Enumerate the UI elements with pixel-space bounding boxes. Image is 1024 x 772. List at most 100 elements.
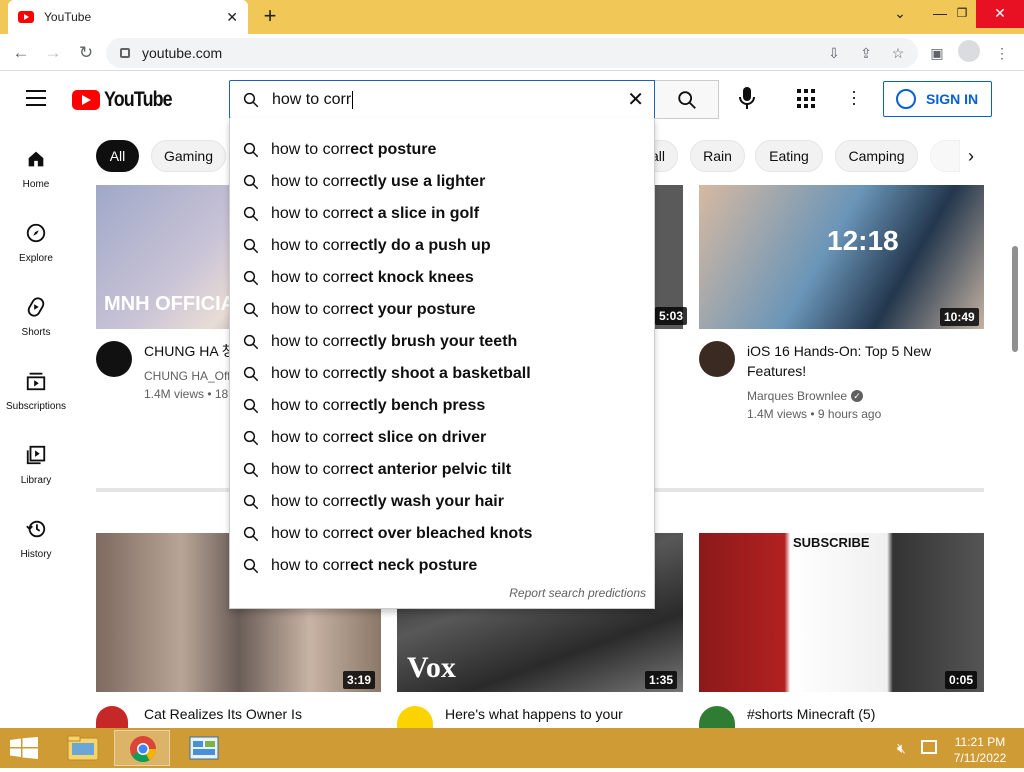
sidebar-item-subscriptions[interactable]: Subscriptions — [0, 370, 72, 412]
channel-avatar[interactable] — [397, 706, 433, 728]
compass-icon — [26, 223, 46, 243]
chip-rain[interactable]: Rain — [690, 140, 745, 172]
search-input[interactable]: how to corr ✕ — [229, 80, 655, 119]
video-duration: 3:19 — [343, 671, 376, 689]
video-title[interactable]: Cat Realizes Its Owner Is — [144, 704, 302, 724]
forward-button[interactable]: → — [41, 41, 65, 65]
sidebar-item-library[interactable]: Library — [0, 444, 72, 486]
suggestion-typed: how to corr — [271, 173, 351, 190]
search-suggestion[interactable]: how to corr ect posture — [230, 134, 654, 166]
settings-more-icon[interactable]: · · · — [849, 82, 859, 112]
report-search-predictions-link[interactable]: Report search predictions — [509, 586, 646, 600]
folder-icon — [67, 735, 99, 761]
sidebar-item-home[interactable]: Home — [0, 148, 72, 190]
browser-toolbar: ← → ↻ youtube.com ⇩ ⇪ ☆ ▣ ⋮ — [0, 34, 1024, 71]
install-app-icon[interactable]: ⇩ — [823, 42, 845, 64]
sign-in-button[interactable]: SIGN IN — [883, 81, 992, 117]
chrome-taskbar-button[interactable] — [114, 730, 170, 766]
search-suggestion[interactable]: how to corr ect slice on driver — [230, 422, 654, 454]
voice-search-button[interactable] — [735, 86, 759, 112]
suggestion-typed: how to corr — [271, 237, 351, 254]
suggestion-completion: ect posture — [350, 141, 437, 158]
channel-avatar[interactable] — [96, 706, 128, 728]
volume-muted-icon[interactable]: 🔇︎ — [897, 740, 906, 757]
suggestion-typed: how to corr — [271, 429, 351, 446]
home-icon — [28, 151, 44, 167]
browser-tab[interactable]: YouTube ✕ — [8, 0, 248, 34]
search-suggestion[interactable]: how to corr ect anterior pelvic tilt — [230, 454, 654, 486]
youtube-favicon-icon — [18, 11, 34, 23]
video-title[interactable]: Here's what happens to your — [445, 704, 623, 724]
thumbnail-overlay-text: SUBSCRIBE — [793, 535, 870, 550]
search-suggestion[interactable]: how to corr ect over bleached knots — [230, 518, 654, 550]
file-explorer-taskbar-button[interactable] — [56, 730, 112, 766]
channel-name[interactable]: CHUNG HA_Offi — [144, 367, 233, 385]
side-panel-icon[interactable]: ▣ — [926, 42, 948, 64]
sidebar-label: Subscriptions — [5, 401, 67, 412]
share-icon[interactable]: ⇪ — [855, 42, 877, 64]
suggestion-completion: ectly brush your teeth — [350, 333, 518, 350]
video-meta: 1.4M views • 9 hours ago — [747, 407, 882, 421]
suggestion-completion: ectly bench press — [350, 397, 486, 414]
hamburger-menu-icon[interactable] — [26, 90, 46, 111]
search-suggestion[interactable]: how to corr ectly do a push up — [230, 230, 654, 262]
search-icon — [243, 398, 259, 414]
windows-start-icon[interactable] — [10, 737, 38, 759]
chevron-right-icon[interactable]: › — [968, 146, 974, 167]
page-scrollbar[interactable] — [1012, 246, 1018, 352]
chip-label: Gaming — [163, 148, 214, 164]
sign-in-label: SIGN IN — [926, 91, 979, 107]
control-panel-taskbar-button[interactable] — [176, 730, 232, 766]
suggestion-completion: ectly wash your hair — [350, 493, 504, 510]
search-icon — [243, 334, 259, 350]
tab-search-chevron-icon[interactable]: ⌄ — [880, 0, 920, 28]
video-thumbnail[interactable]: SUBSCRIBE — [699, 533, 984, 692]
video-title[interactable]: CHUNG HA 청 — [144, 341, 235, 361]
search-button[interactable] — [655, 80, 719, 119]
control-panel-icon — [189, 736, 219, 760]
sidebar-item-history[interactable]: History — [0, 518, 72, 560]
channel-name[interactable]: Marques Brownlee — [747, 387, 847, 405]
chip-camping[interactable]: Camping — [835, 140, 918, 172]
window-close-button[interactable]: ✕ — [976, 0, 1024, 28]
new-tab-button[interactable]: + — [258, 4, 282, 28]
sidebar-item-shorts[interactable]: Shorts — [0, 296, 72, 338]
suggestion-completion: ectly use a lighter — [350, 173, 486, 190]
tab-close-icon[interactable]: ✕ — [226, 9, 238, 26]
search-suggestion[interactable]: how to corr ectly use a lighter — [230, 166, 654, 198]
suggestion-typed: how to corr — [271, 333, 351, 350]
profile-avatar[interactable] — [958, 40, 980, 62]
chip-all[interactable]: All — [96, 140, 139, 172]
search-icon — [243, 494, 259, 510]
reload-button[interactable]: ↻ — [74, 41, 98, 65]
chip-gaming[interactable]: Gaming — [151, 140, 226, 172]
network-icon[interactable] — [921, 740, 937, 754]
youtube-logo[interactable]: YouTube — [72, 88, 184, 112]
chip-eating[interactable]: Eating — [755, 140, 823, 172]
bookmark-star-icon[interactable]: ☆ — [887, 42, 909, 64]
channel-avatar[interactable] — [699, 341, 735, 377]
clear-search-icon[interactable]: ✕ — [627, 87, 644, 112]
sidebar-item-explore[interactable]: Explore — [0, 222, 72, 264]
video-title[interactable]: #shorts Minecraft (5) — [747, 704, 875, 724]
search-suggestion[interactable]: how to corr ectly bench press — [230, 390, 654, 422]
search-suggestion[interactable]: how to corr ect knock knees — [230, 262, 654, 294]
browser-menu-icon[interactable]: ⋮ — [991, 42, 1013, 64]
search-suggestion[interactable]: how to corr ect neck posture — [230, 550, 654, 582]
search-suggestion[interactable]: how to corr ectly brush your teeth — [230, 326, 654, 358]
search-suggestion[interactable]: how to corr ectly wash your hair — [230, 486, 654, 518]
search-suggestion[interactable]: how to corr ect your posture — [230, 294, 654, 326]
suggestion-completion: ectly do a push up — [350, 237, 491, 254]
search-suggestion[interactable]: how to corr ect a slice in golf — [230, 198, 654, 230]
apps-grid-icon[interactable] — [797, 89, 817, 109]
chip-faded[interactable] — [930, 140, 960, 172]
taskbar-clock[interactable]: 11:21 PM 7/11/2022 — [940, 734, 1020, 766]
video-title[interactable]: iOS 16 Hands-On: Top 5 New Features! — [747, 341, 967, 381]
back-button[interactable]: ← — [9, 41, 33, 65]
search-icon — [243, 270, 259, 286]
address-bar[interactable]: youtube.com — [106, 38, 918, 68]
channel-avatar[interactable] — [699, 706, 735, 728]
suggestion-typed: how to corr — [271, 141, 351, 158]
search-suggestion[interactable]: how to corr ectly shoot a basketball — [230, 358, 654, 390]
channel-avatar[interactable] — [96, 341, 132, 377]
